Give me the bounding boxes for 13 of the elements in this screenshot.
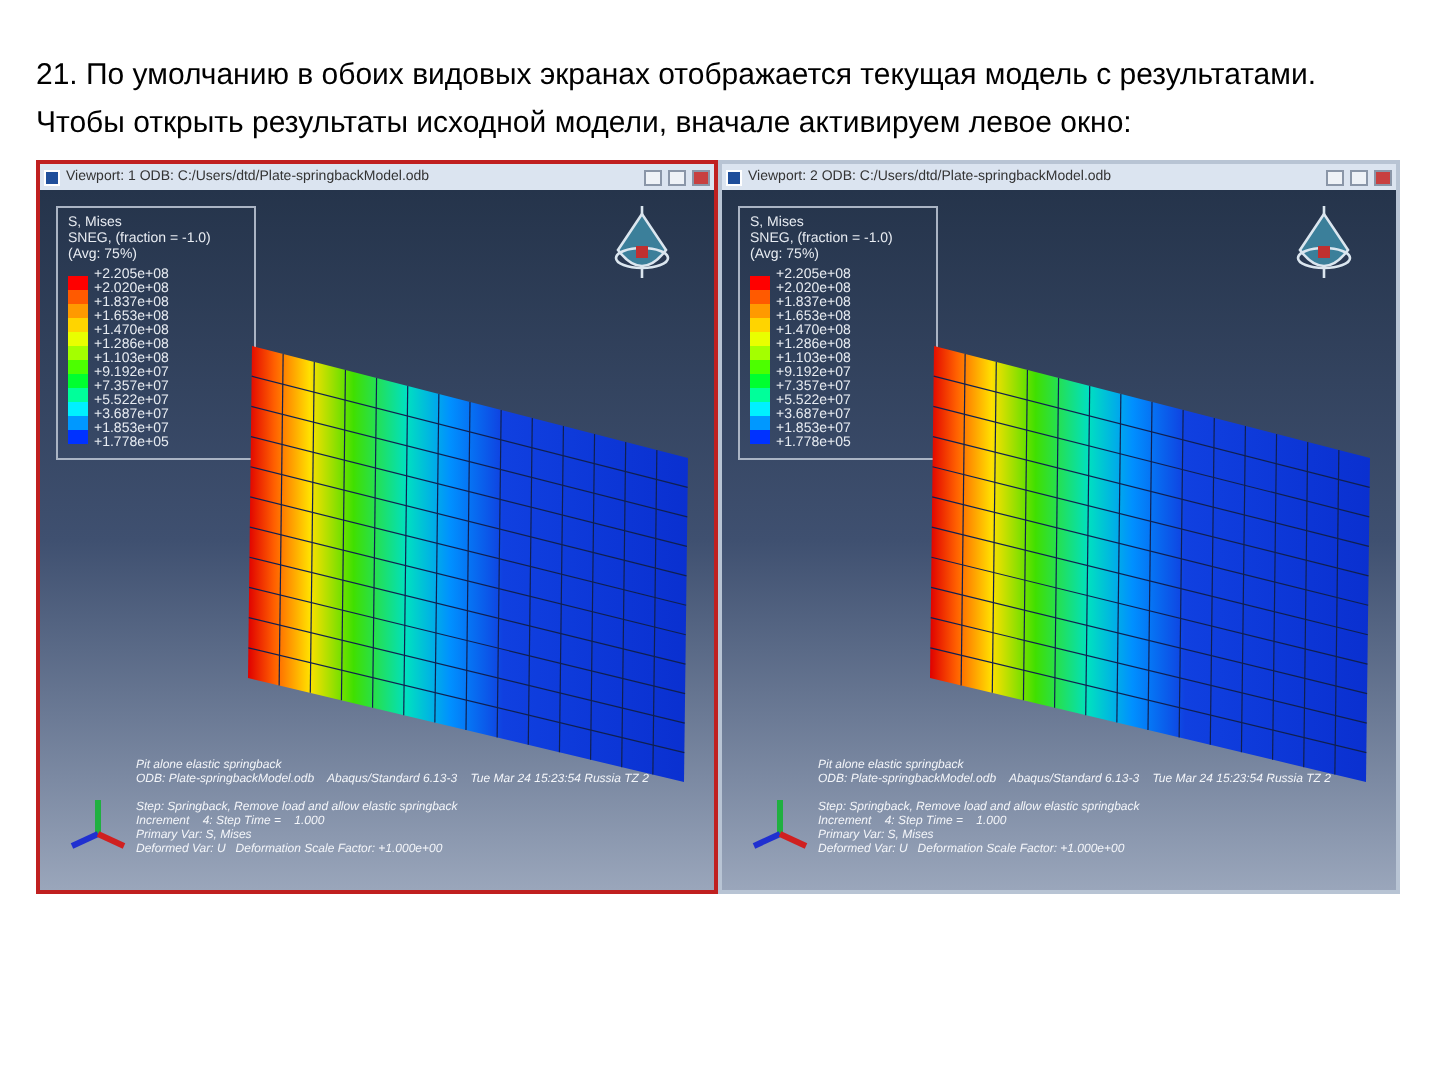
close-icon[interactable] <box>692 169 710 185</box>
axis-triad-icon <box>70 800 126 849</box>
close-icon[interactable] <box>1374 169 1392 185</box>
window-icon <box>44 169 60 185</box>
window-icon <box>726 169 742 185</box>
maximize-icon[interactable] <box>668 169 686 185</box>
instruction-text: 21. По умолчанию в обоих видовых экранах отображается текущая модель с результатами. Чтобы открыть результаты исходной модели, вначале активируем левое окно: <box>36 56 1319 144</box>
minimize-icon[interactable] <box>644 169 662 185</box>
view-cube-icon[interactable] <box>614 206 670 278</box>
minimize-icon[interactable] <box>1326 169 1344 185</box>
axis-triad-icon <box>752 800 808 849</box>
maximize-icon[interactable] <box>1350 169 1368 185</box>
view-cube-icon[interactable] <box>1296 206 1352 278</box>
